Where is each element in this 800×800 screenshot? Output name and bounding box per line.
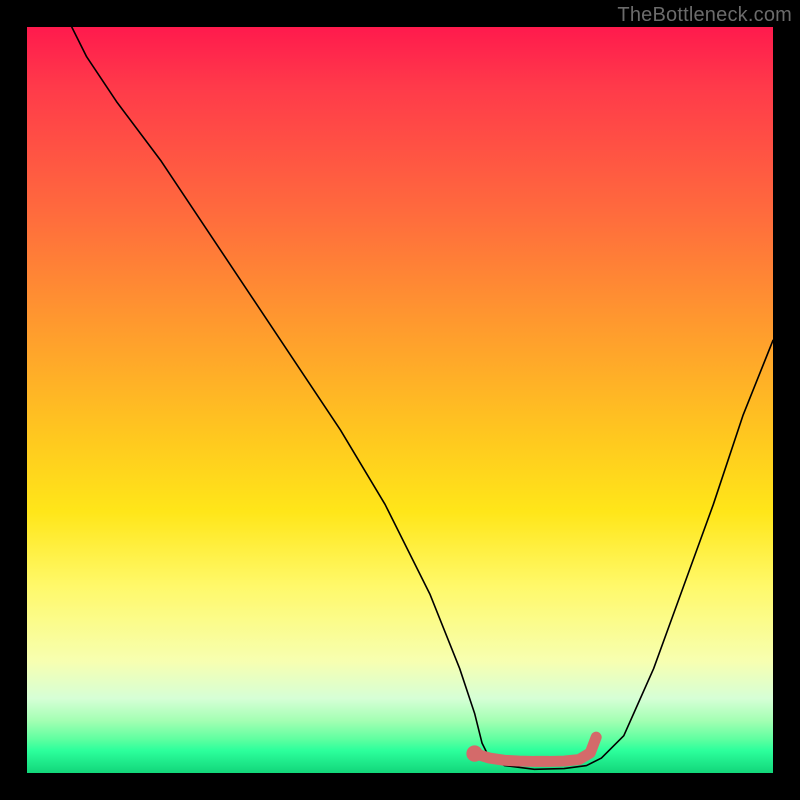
chart-stage: TheBottleneck.com xyxy=(0,0,800,800)
plot-area xyxy=(27,27,773,773)
optimal-band-line xyxy=(475,737,597,761)
start-dot-marker xyxy=(466,745,482,761)
plot-svg xyxy=(27,27,773,773)
watermark-text: TheBottleneck.com xyxy=(617,4,792,27)
curve-line xyxy=(72,27,773,769)
